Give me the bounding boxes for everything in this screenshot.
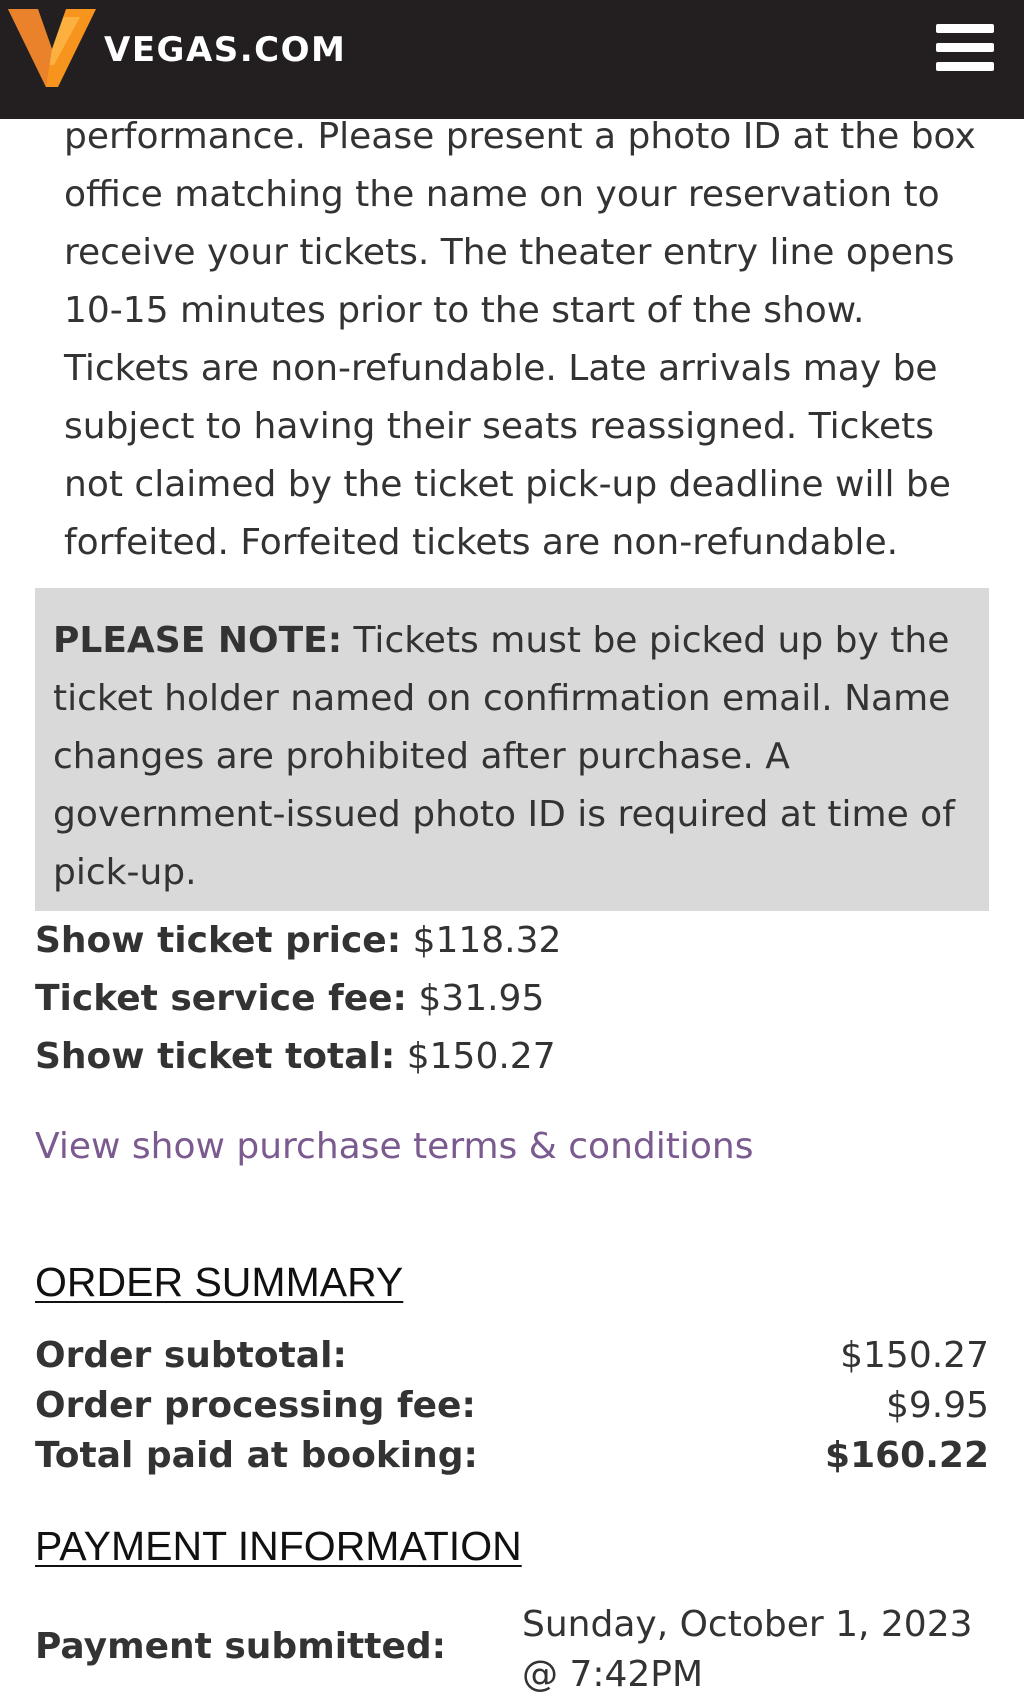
summary-label: Order subtotal: bbox=[35, 1334, 347, 1376]
vegas-v-logo-icon bbox=[8, 9, 96, 87]
fee-label: Show ticket price: bbox=[35, 920, 402, 961]
ticket-fees: Show ticket price: $118.32 Ticket servic… bbox=[35, 912, 989, 1086]
payment-date-line: Sunday, October 1, 2023 bbox=[522, 1604, 973, 1645]
top-header-bar: VEGAS.COM bbox=[0, 0, 1024, 119]
fee-row-service-fee: Ticket service fee: $31.95 bbox=[35, 970, 989, 1028]
please-note-label: PLEASE NOTE: bbox=[53, 620, 343, 661]
order-summary: Order subtotal: $150.27 Order processing… bbox=[35, 1330, 989, 1480]
hamburger-menu-icon[interactable] bbox=[936, 24, 994, 72]
summary-row-processing-fee: Order processing fee: $9.95 bbox=[35, 1380, 989, 1430]
summary-label: Total paid at booking: bbox=[35, 1434, 478, 1476]
payment-submitted-row: Payment submitted: Sunday, October 1, 20… bbox=[35, 1600, 989, 1706]
summary-total-value: $160.22 bbox=[825, 1434, 989, 1476]
fee-row-ticket-price: Show ticket price: $118.32 bbox=[35, 912, 989, 970]
summary-value: $9.95 bbox=[885, 1384, 989, 1426]
payment-time-line: @ 7:42PM bbox=[522, 1654, 704, 1695]
summary-value: $150.27 bbox=[840, 1334, 989, 1376]
fee-label: Ticket service fee: bbox=[35, 978, 407, 1019]
payment-information-heading: PAYMENT INFORMATION bbox=[35, 1523, 522, 1569]
fee-row-ticket-total: Show ticket total: $150.27 bbox=[35, 1028, 989, 1086]
order-summary-heading: ORDER SUMMARY bbox=[35, 1259, 404, 1305]
purchase-terms-link[interactable]: View show purchase terms & conditions bbox=[35, 1118, 753, 1176]
please-note-box: PLEASE NOTE: Tickets must be picked up b… bbox=[35, 588, 989, 911]
summary-label: Order processing fee: bbox=[35, 1384, 476, 1426]
fee-value: $118.32 bbox=[401, 920, 562, 961]
fee-value: $31.95 bbox=[406, 978, 545, 1019]
payment-submitted-label: Payment submitted: bbox=[35, 1626, 447, 1667]
payment-submitted-date: Sunday, October 1, 2023 @ 7:42PM bbox=[522, 1600, 982, 1700]
fee-value: $150.27 bbox=[395, 1036, 556, 1077]
vegas-logo-link[interactable]: VEGAS.COM bbox=[0, 0, 380, 100]
summary-row-subtotal: Order subtotal: $150.27 bbox=[35, 1330, 989, 1380]
logo-wordmark: VEGAS.COM bbox=[104, 30, 347, 70]
ticket-policy-text: performance. Please present a photo ID a… bbox=[64, 116, 976, 563]
fee-label: Show ticket total: bbox=[35, 1036, 396, 1077]
summary-row-total-paid: Total paid at booking: $160.22 bbox=[35, 1430, 989, 1480]
